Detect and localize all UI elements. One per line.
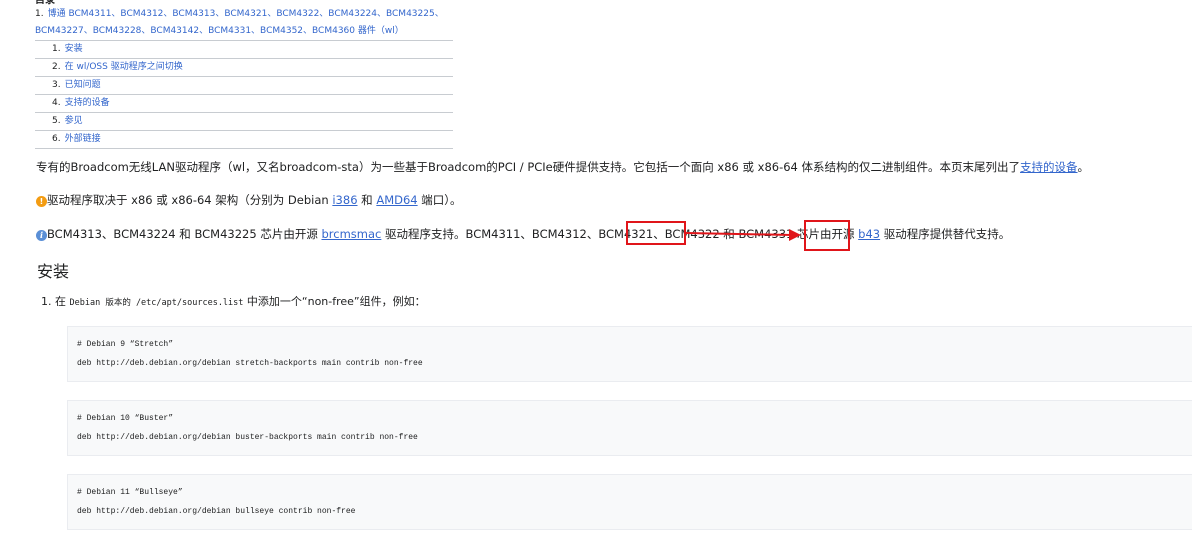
i386-link[interactable]: i386 xyxy=(332,193,357,207)
section-heading-install: 安装 xyxy=(37,262,70,281)
supported-devices-link[interactable]: 支持的设备 xyxy=(1020,160,1078,174)
table-of-contents: 目录 1. 博通 BCM4311、BCM4312、BCM4313、BCM4321、… xyxy=(35,0,453,149)
toc-link-main[interactable]: 博通 BCM4311、BCM4312、BCM4313、BCM4321、BCM43… xyxy=(48,9,444,19)
warning-icon: ! xyxy=(36,196,47,207)
toc-item-number: 1. xyxy=(35,9,44,19)
toc-item-main-line1[interactable]: 1. 博通 BCM4311、BCM4312、BCM4313、BCM4321、BCM… xyxy=(35,6,453,23)
code-block-stretch: # Debian 9 “Stretch” deb http://deb.debi… xyxy=(67,326,1192,382)
info-icon: i xyxy=(36,230,47,241)
warning-paragraph: ! 驱动程序取决于 x86 或 x86-64 架构（分别为 Debian i386… xyxy=(36,192,462,208)
toc-item-supported-devices[interactable]: 4. 支持的设备 xyxy=(35,95,453,113)
toc-link-known-issues[interactable]: 已知问题 xyxy=(65,80,101,90)
annotation-box-b43 xyxy=(804,220,850,251)
intro-paragraph: 专有的Broadcom无线LAN驱动程序（wl，又名broadcom-sta）为… xyxy=(36,160,1090,174)
code-block-buster: # Debian 10 “Buster” deb http://deb.debi… xyxy=(67,400,1192,456)
toc-link-supported-devices[interactable]: 支持的设备 xyxy=(65,98,110,108)
brcmsmac-link[interactable]: brcmsmac xyxy=(321,227,381,241)
code-block-bullseye: # Debian 11 “Bullseye” deb http://deb.de… xyxy=(67,474,1192,530)
toc-link-see-also[interactable]: 参见 xyxy=(65,116,83,126)
toc-item-see-also[interactable]: 5. 参见 xyxy=(35,113,453,131)
toc-link-external-links[interactable]: 外部链接 xyxy=(65,134,101,144)
toc-item-main-line2[interactable]: BCM43227、BCM43228、BCM43142、BCM4331、BCM43… xyxy=(35,23,453,41)
code-line: deb http://deb.debian.org/debian buster-… xyxy=(77,433,418,442)
code-comment: # Debian 11 “Bullseye” xyxy=(77,488,183,497)
toc-link-main-cont[interactable]: BCM43227、BCM43228、BCM43142、BCM4331、BCM43… xyxy=(35,26,404,36)
install-step-1: 1. 在 Debian 版本的 /etc/apt/sources.list 中添… xyxy=(41,295,426,308)
code-comment: # Debian 9 “Stretch” xyxy=(77,340,174,349)
toc-item-known-issues[interactable]: 3. 已知问题 xyxy=(35,77,453,95)
info-paragraph: i BCM4313、BCM43224 和 BCM43225 芯片由开源 brcms… xyxy=(36,226,1010,242)
code-line: deb http://deb.debian.org/debian bullsey… xyxy=(77,507,356,516)
code-line: deb http://deb.debian.org/debian stretch… xyxy=(77,359,423,368)
toc-link-switch[interactable]: 在 wl/OSS 驱动程序之间切换 xyxy=(65,62,183,72)
code-comment: # Debian 10 “Buster” xyxy=(77,414,174,423)
inline-code-sources-list: Debian 版本的 /etc/apt/sources.list xyxy=(69,298,244,308)
amd64-link[interactable]: AMD64 xyxy=(376,193,417,207)
toc-item-switch[interactable]: 2. 在 wl/OSS 驱动程序之间切换 xyxy=(35,59,453,77)
b43-link[interactable]: b43 xyxy=(858,227,880,241)
toc-item-install[interactable]: 1. 安装 xyxy=(35,41,453,59)
toc-item-external-links[interactable]: 6. 外部链接 xyxy=(35,131,453,149)
toc-link-install[interactable]: 安装 xyxy=(65,44,83,54)
annotation-box-bcm4322 xyxy=(626,221,686,245)
